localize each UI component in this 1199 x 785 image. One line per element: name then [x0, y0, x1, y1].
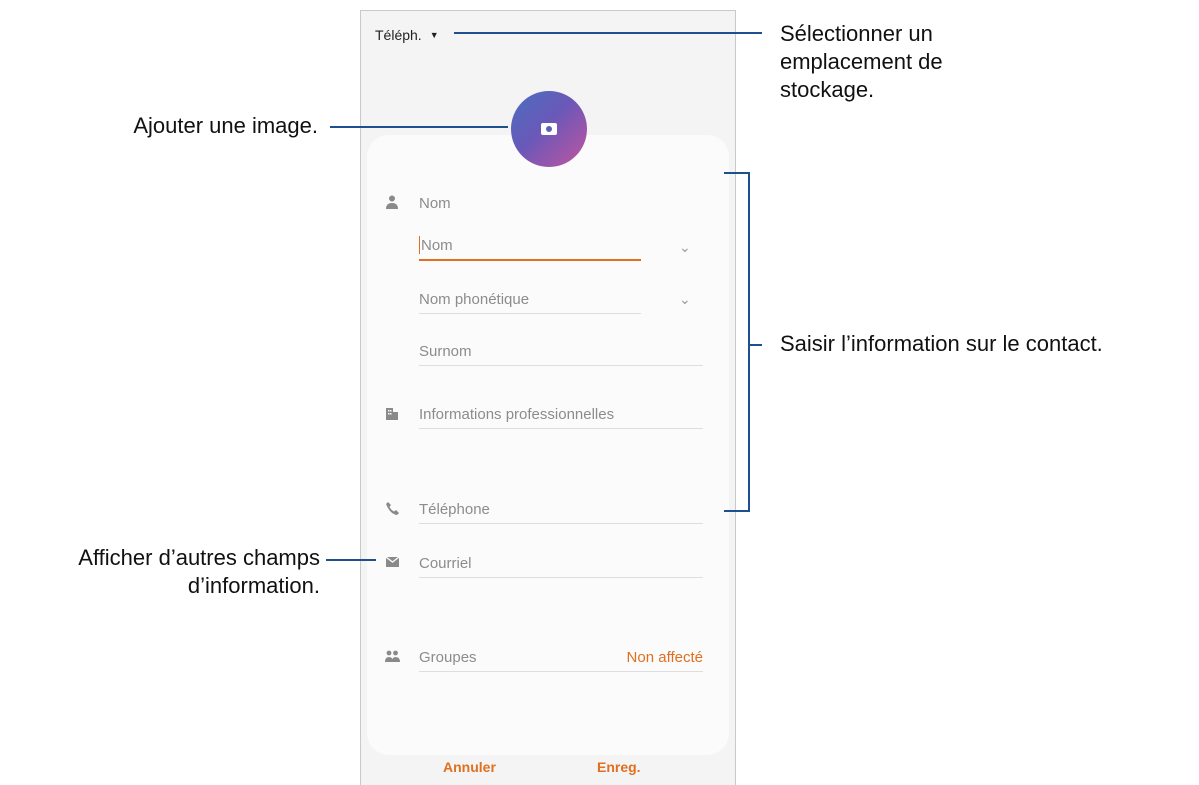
save-button[interactable]: Enreg. — [597, 759, 641, 775]
chevron-down-icon[interactable]: ⌄ — [679, 239, 695, 255]
bracket-bottom — [724, 510, 750, 512]
camera-icon — [541, 123, 557, 135]
phone-input[interactable]: Téléphone — [419, 495, 703, 524]
storage-annotation: Sélectionner un emplacement de stockage. — [780, 21, 943, 102]
more-fields-callout-line — [326, 559, 376, 561]
more-fields-annotation: Afficher d’autres champs d’information. — [78, 545, 320, 598]
storage-callout-line — [454, 32, 762, 34]
add-image-button[interactable] — [511, 91, 587, 167]
storage-label: Téléph. — [375, 27, 422, 43]
name-input[interactable]: Nom — [419, 231, 641, 261]
bracket-tick — [750, 344, 762, 346]
email-icon — [383, 553, 401, 571]
nickname-placeholder: Surnom — [419, 342, 472, 360]
groups-label: Groupes — [419, 648, 477, 666]
groups-row[interactable]: Groupes Non affecté — [419, 643, 703, 672]
image-callout-line — [330, 126, 508, 128]
person-icon — [383, 193, 401, 211]
phone-placeholder: Téléphone — [419, 500, 490, 518]
phonetic-placeholder: Nom phonétique — [419, 290, 530, 308]
text-cursor — [419, 236, 420, 254]
phonetic-name-input[interactable]: Nom phonétique — [419, 285, 641, 314]
work-placeholder: Informations professionnelles — [419, 405, 615, 423]
name-section-label: Nom — [419, 195, 451, 212]
groups-value: Non affecté — [626, 648, 703, 666]
cancel-button[interactable]: Annuler — [443, 759, 496, 775]
business-icon — [383, 405, 401, 423]
bracket-vertical — [748, 172, 750, 512]
phone-icon — [383, 499, 401, 517]
image-annotation: Ajouter une image. — [133, 113, 318, 138]
email-placeholder: Courriel — [419, 554, 472, 572]
contact-info-annotation: Saisir l’information sur le contact. — [780, 331, 1103, 356]
bracket-top — [724, 172, 750, 174]
nickname-input[interactable]: Surnom — [419, 337, 703, 366]
dropdown-arrow-icon: ▼ — [429, 30, 439, 40]
work-info-input[interactable]: Informations professionnelles — [419, 400, 703, 429]
email-input[interactable]: Courriel — [419, 549, 703, 578]
groups-icon — [383, 647, 401, 665]
name-placeholder: Nom — [421, 236, 453, 254]
storage-selector[interactable]: Téléph. ▼ — [375, 27, 439, 43]
chevron-down-icon[interactable]: ⌄ — [679, 291, 695, 307]
